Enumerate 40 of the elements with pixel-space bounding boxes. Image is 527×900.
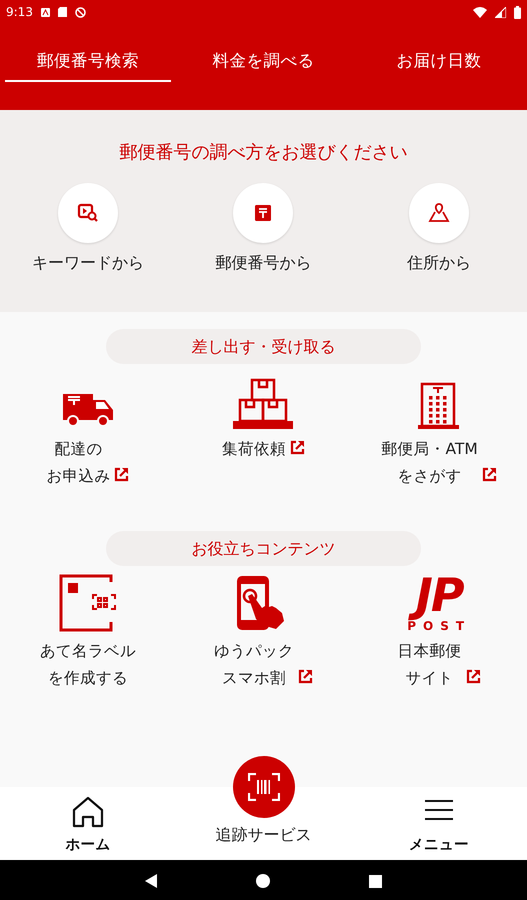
service-link[interactable]: 配達の お申込み xyxy=(46,436,110,490)
home-icon[interactable] xyxy=(70,795,105,829)
battery-icon xyxy=(514,6,521,18)
status-time: 9:13 xyxy=(6,5,33,19)
service-link[interactable]: 日本郵便 サイト xyxy=(398,638,462,692)
search-icon xyxy=(76,202,99,224)
stacked-boxes-icon xyxy=(231,378,296,430)
service-link[interactable]: ゆうパック スマホ割 xyxy=(214,638,294,692)
circle-button[interactable] xyxy=(58,183,118,243)
section-heading: 郵便番号の調べ方をお選びください xyxy=(118,141,408,165)
service-link[interactable]: あて名ラベル を作成する xyxy=(40,638,136,692)
home-button-icon[interactable] xyxy=(256,874,270,888)
sd-card-icon xyxy=(58,7,67,17)
option-label[interactable]: 住所から xyxy=(407,253,472,274)
jp-post-logo: JP POST xyxy=(407,572,472,632)
nav-label[interactable]: 追跡サービス xyxy=(215,825,312,846)
section-pill: 差し出す・受け取る xyxy=(106,329,421,364)
service-link[interactable]: 郵便局・ATM をさがす xyxy=(382,436,478,490)
recents-icon[interactable] xyxy=(369,874,382,888)
map-pin-icon xyxy=(428,202,450,224)
tab[interactable]: 料金を調べる xyxy=(180,50,346,82)
circle-button[interactable] xyxy=(233,183,294,243)
tab[interactable]: お届け日数 xyxy=(356,50,522,82)
office-building-icon xyxy=(417,382,462,430)
signal-icon xyxy=(495,6,506,18)
circle-button[interactable] xyxy=(409,183,470,243)
barcode-scan-icon xyxy=(248,773,280,801)
menu-icon[interactable] xyxy=(424,799,454,821)
back-icon[interactable] xyxy=(144,874,157,888)
service-link[interactable]: 集荷依頼 xyxy=(222,436,286,463)
nav-label[interactable]: ホーム xyxy=(65,835,110,854)
option-label[interactable]: 郵便番号から xyxy=(215,253,312,274)
section-pill: お役立ちコンテンツ xyxy=(106,531,421,566)
option-label[interactable]: キーワードから xyxy=(32,253,144,274)
notification-icon xyxy=(40,8,50,16)
address-label-icon xyxy=(58,574,117,632)
blocked-icon xyxy=(74,6,86,18)
nav-label[interactable]: メニュー xyxy=(409,835,470,854)
wifi-icon xyxy=(473,6,487,18)
tab[interactable]: 郵便番号検索 xyxy=(5,50,171,82)
